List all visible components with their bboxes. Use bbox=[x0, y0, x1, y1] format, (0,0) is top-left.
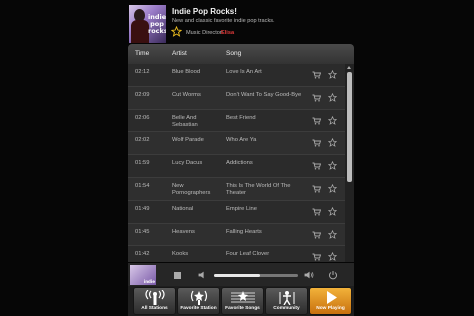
row-time: 01:54 bbox=[135, 182, 150, 189]
playlist-row[interactable]: 02:12 Blue Blood Love Is An Art bbox=[128, 64, 345, 87]
volume-low-icon[interactable] bbox=[198, 271, 207, 279]
favorite-song-star-icon[interactable] bbox=[328, 115, 337, 125]
favorite-song-star-icon[interactable] bbox=[328, 229, 337, 239]
favorite-song-star-icon[interactable] bbox=[328, 161, 337, 171]
row-song: Don't Want To Say Good-Bye bbox=[226, 91, 302, 98]
nav-community[interactable]: Community bbox=[265, 287, 308, 315]
row-artist: New Pornographers bbox=[172, 182, 211, 196]
radio-waves-icon bbox=[144, 290, 165, 305]
row-time: 02:06 bbox=[135, 114, 150, 121]
favorite-station-star-icon[interactable] bbox=[171, 26, 182, 37]
playlist-rows: 02:12 Blue Blood Love Is An Art 02:09 Cu… bbox=[128, 64, 345, 262]
nav-label: Community bbox=[273, 306, 300, 311]
row-time: 01:42 bbox=[135, 251, 150, 258]
row-song: Empire Line bbox=[226, 205, 257, 212]
music-director-name[interactable]: Elisa bbox=[221, 30, 234, 36]
scroll-up-arrow-icon[interactable] bbox=[347, 66, 351, 69]
buy-cart-icon[interactable] bbox=[312, 253, 321, 261]
nav-now-playing[interactable]: Now Playing bbox=[309, 287, 352, 315]
station-header: indie pop rocks! Indie Pop Rocks! New an… bbox=[128, 4, 354, 44]
favorite-song-star-icon[interactable] bbox=[328, 70, 337, 79]
music-director-label: Music Director: bbox=[186, 30, 224, 36]
playlist-row[interactable]: 02:09 Cut Worms Don't Want To Say Good-B… bbox=[128, 86, 345, 110]
buy-cart-icon[interactable] bbox=[312, 231, 321, 239]
station-title: Indie Pop Rocks! bbox=[172, 7, 237, 16]
artwork-text: indie pop rocks! bbox=[148, 13, 166, 35]
buy-cart-icon[interactable] bbox=[312, 208, 321, 216]
row-time: 02:02 bbox=[135, 137, 150, 144]
row-artist: Lucy Dacus bbox=[172, 160, 203, 167]
buy-cart-icon[interactable] bbox=[312, 94, 321, 102]
row-artist: Kooks bbox=[172, 251, 189, 258]
station-description: New and classic favorite indie pop track… bbox=[172, 18, 275, 24]
favorite-song-star-icon[interactable] bbox=[328, 92, 337, 102]
scrollbar-thumb[interactable] bbox=[347, 72, 352, 182]
time-column-header: Time bbox=[135, 50, 150, 57]
playlist-row[interactable]: 02:02 Wolf Parade Who Are Ya bbox=[128, 132, 345, 156]
nav-label: Favorite Station bbox=[180, 306, 217, 311]
nav-label: Favorite Songs bbox=[225, 306, 260, 311]
buy-cart-icon[interactable] bbox=[312, 162, 321, 170]
favorite-song-star-icon[interactable] bbox=[328, 252, 337, 262]
row-artist: Cut Worms bbox=[172, 91, 201, 98]
stop-button[interactable] bbox=[174, 272, 181, 279]
buy-cart-icon[interactable] bbox=[312, 71, 321, 79]
power-icon[interactable] bbox=[328, 270, 338, 280]
row-time: 01:45 bbox=[135, 228, 150, 235]
play-icon bbox=[326, 291, 337, 304]
row-song: Falling Hearts bbox=[226, 228, 262, 235]
playlist-header: Time Artist Song bbox=[128, 44, 354, 64]
music-staff-icon bbox=[230, 291, 255, 303]
nav-label: Now Playing bbox=[316, 306, 345, 311]
somafm-app: indie pop rocks! Indie Pop Rocks! New an… bbox=[128, 4, 354, 316]
row-artist: Blue Blood bbox=[172, 69, 201, 75]
volume-slider[interactable] bbox=[214, 274, 298, 277]
nav-favorite-songs[interactable]: Favorite Songs bbox=[221, 287, 264, 315]
buy-cart-icon[interactable] bbox=[312, 117, 321, 125]
nav-favorite-station[interactable]: Favorite Station bbox=[177, 287, 220, 315]
row-time: 02:12 bbox=[135, 69, 150, 75]
volume-high-icon[interactable] bbox=[304, 271, 314, 279]
nav-label: All Stations bbox=[141, 306, 168, 311]
row-song: This Is The World Of The Theater bbox=[226, 182, 291, 196]
row-song: Love Is An Art bbox=[226, 69, 262, 75]
buy-cart-icon[interactable] bbox=[312, 139, 321, 147]
favorite-song-star-icon[interactable] bbox=[328, 206, 337, 216]
row-artist: Heavens bbox=[172, 228, 195, 235]
now-playing-art-text: indie bbox=[143, 279, 155, 284]
row-song: Four Leaf Clover bbox=[226, 251, 270, 258]
row-time: 02:09 bbox=[135, 91, 150, 98]
playlist-row[interactable]: 01:49 National Empire Line bbox=[128, 200, 345, 224]
row-time: 01:49 bbox=[135, 205, 150, 212]
playlist-row[interactable]: 01:59 Lucy Dacus Addictions bbox=[128, 155, 345, 178]
playlist-row[interactable]: 01:45 Heavens Falling Hearts bbox=[128, 223, 345, 247]
playlist-scrollbar[interactable] bbox=[345, 64, 354, 262]
row-artist: Wolf Parade bbox=[172, 137, 204, 144]
station-artwork: indie pop rocks! bbox=[129, 5, 166, 43]
bottom-navigation: All Stations Favorite Station Favorite S… bbox=[128, 286, 354, 316]
radio-star-icon bbox=[190, 290, 207, 305]
playlist-row[interactable]: 01:54 New Pornographers This Is The Worl… bbox=[128, 177, 345, 201]
playlist-row[interactable]: 01:42 Kooks Four Leaf Clover bbox=[128, 246, 345, 262]
volume-slider-fill bbox=[214, 274, 261, 277]
row-song: Addictions bbox=[226, 160, 253, 167]
row-song: Who Are Ya bbox=[226, 137, 257, 144]
song-column-header: Song bbox=[226, 50, 242, 57]
favorite-song-star-icon[interactable] bbox=[328, 183, 337, 193]
row-artist: Belle And Sebastian bbox=[172, 114, 198, 128]
row-time: 01:59 bbox=[135, 160, 150, 167]
player-bar: indie bbox=[128, 263, 354, 286]
artwork-figure-body bbox=[131, 20, 149, 43]
now-playing-artwork: indie bbox=[130, 265, 156, 285]
favorite-song-star-icon[interactable] bbox=[328, 138, 337, 148]
playlist-row[interactable]: 02:06 Belle And Sebastian Best Friend bbox=[128, 109, 345, 133]
community-icon bbox=[279, 291, 294, 305]
playlist-table: Time Artist Song 02:12 Blue Blood Love I… bbox=[128, 44, 354, 262]
artist-column-header: Artist bbox=[172, 50, 187, 57]
row-artist: National bbox=[172, 205, 194, 212]
nav-all-stations[interactable]: All Stations bbox=[133, 287, 176, 315]
row-song: Best Friend bbox=[226, 114, 256, 121]
buy-cart-icon[interactable] bbox=[312, 185, 321, 193]
